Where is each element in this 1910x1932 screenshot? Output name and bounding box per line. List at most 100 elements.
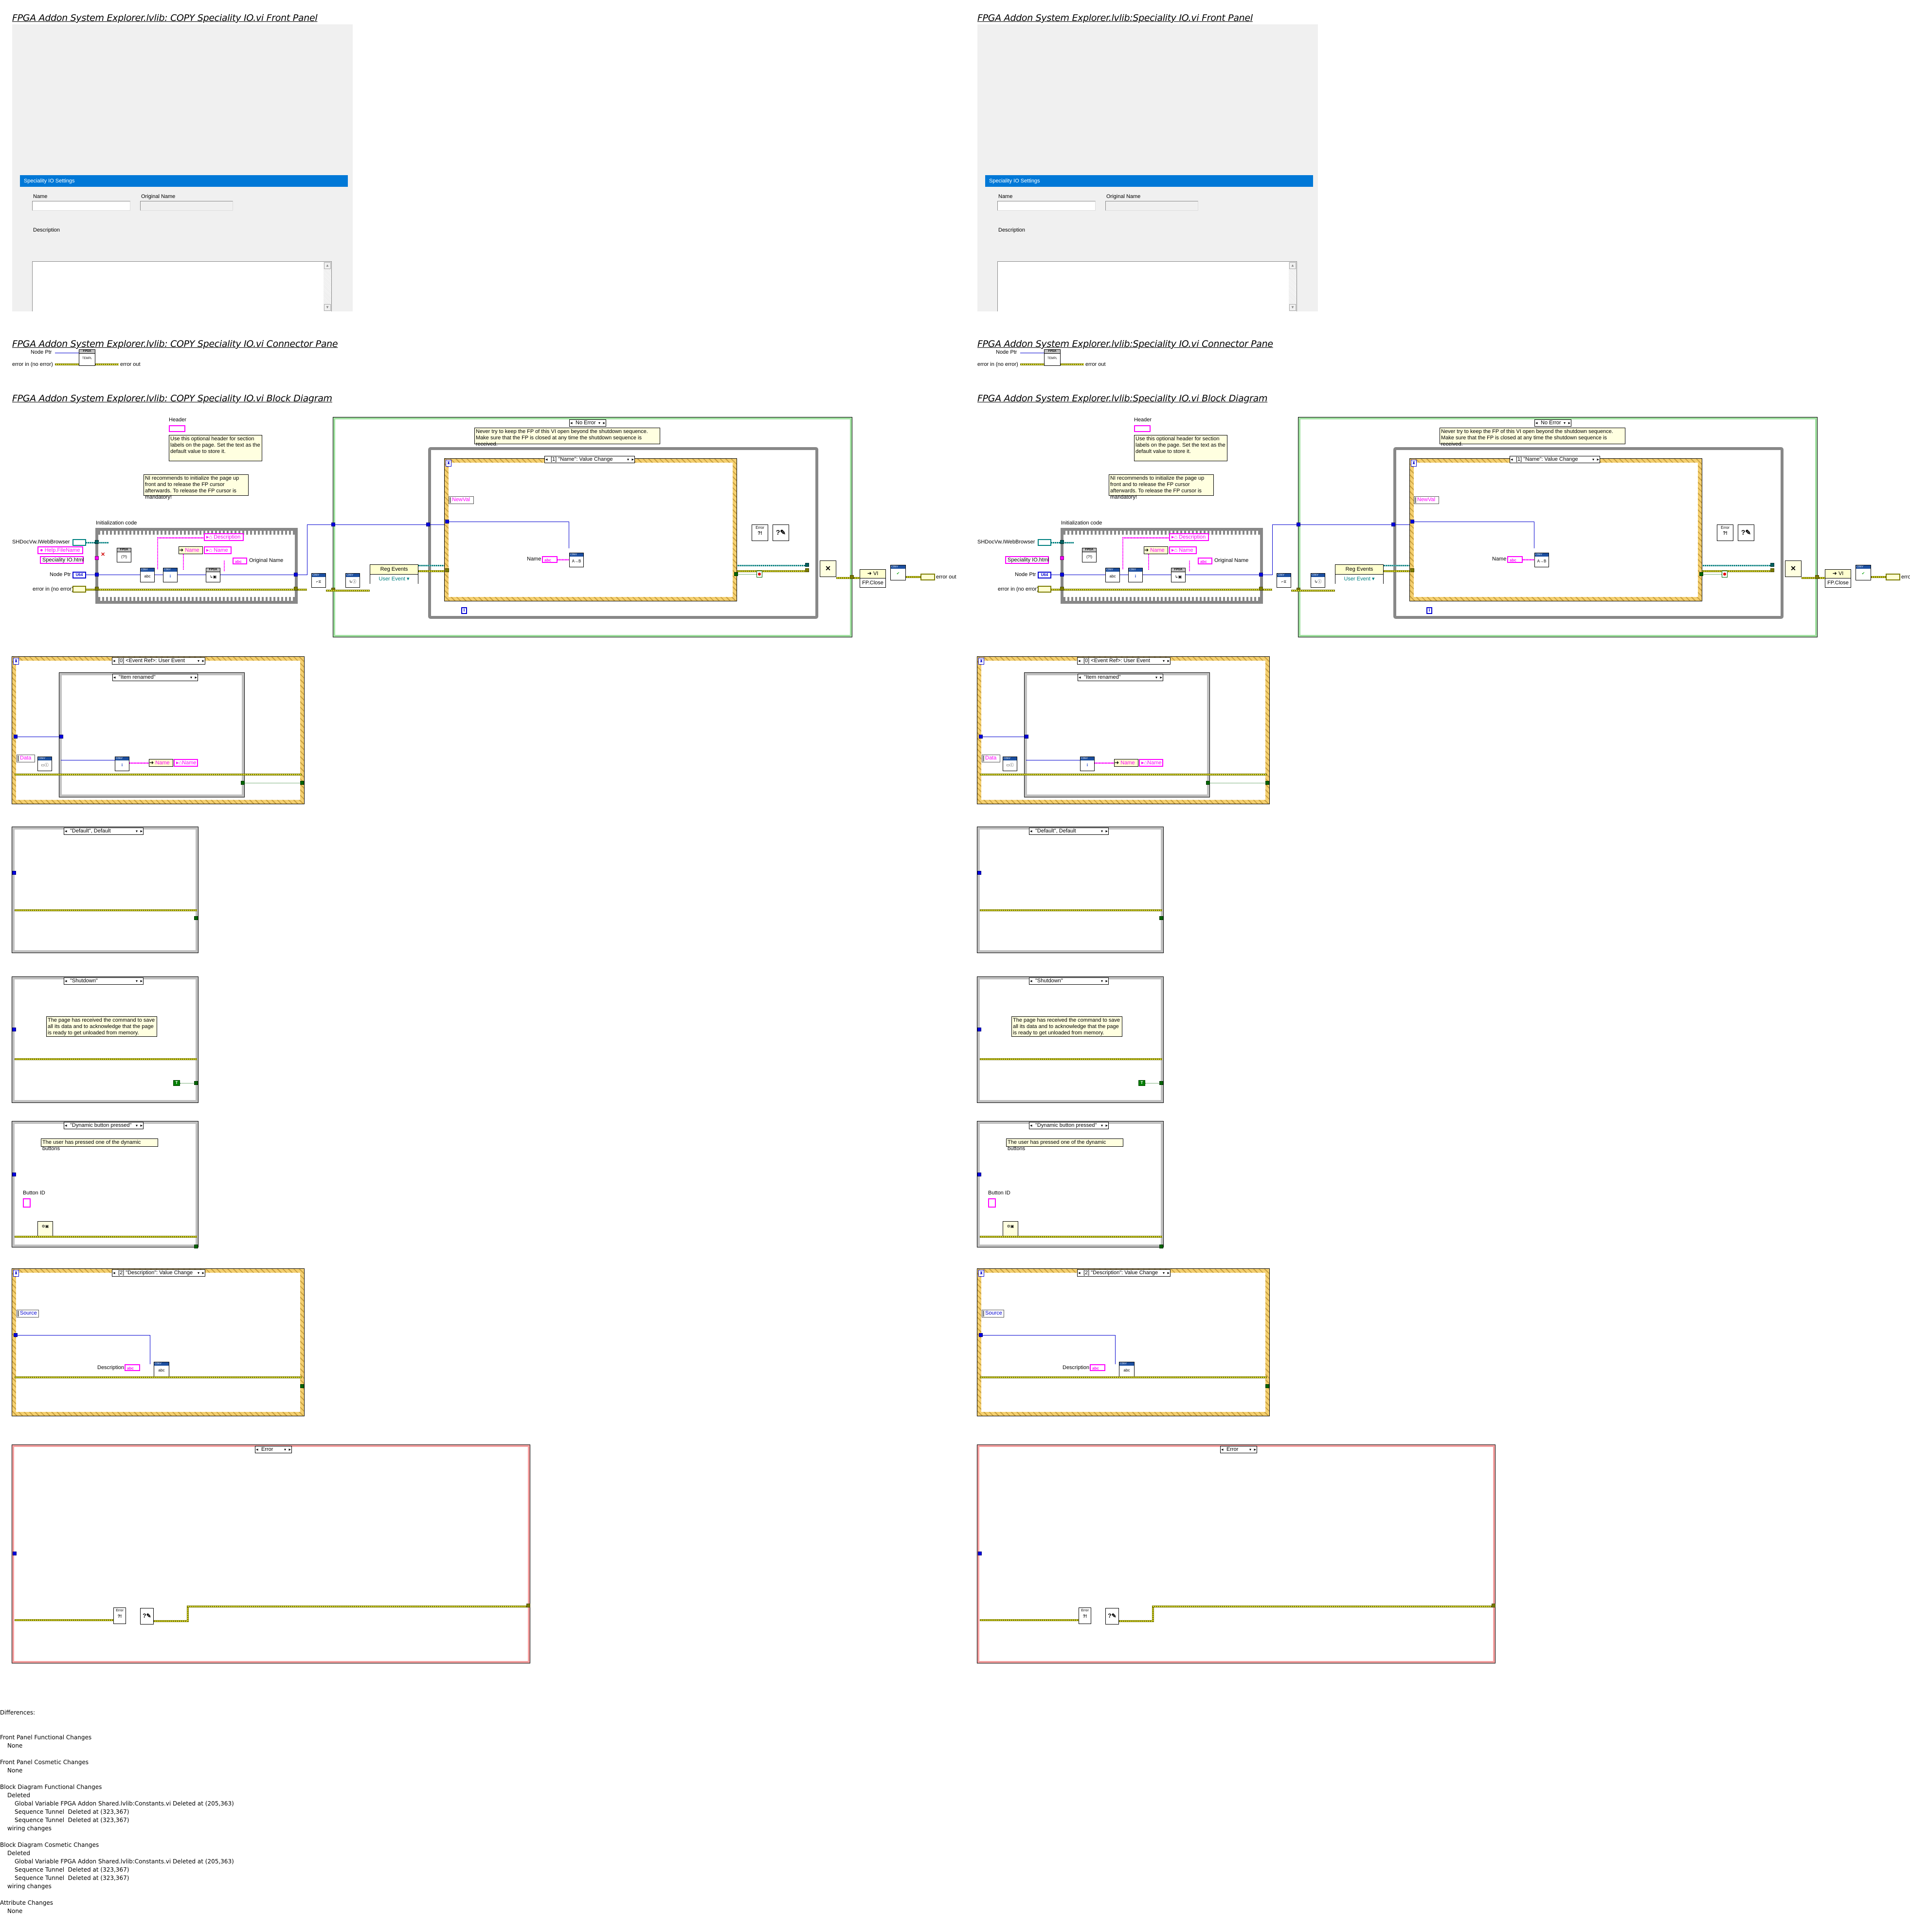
stop-button-icon[interactable] [1722,571,1728,578]
error-dialog-vi[interactable]: Error?! [1717,524,1733,541]
fp-close-invoke-node[interactable]: ➜ VI FP.Close [860,569,886,588]
user-event-case-selector[interactable]: ◂ [0] <Event Ref>: User Event ▾ ▸ [1077,657,1171,665]
true-constant[interactable]: T [173,1080,180,1086]
source-event-field[interactable]: Source [982,1310,1004,1318]
stop-button-icon[interactable] [757,571,762,578]
cdev-info-vi[interactable]: CDEV i [1128,568,1143,582]
cdev-get-data-vi[interactable]: CDEV ▭ⓘ [37,757,52,771]
cdev-shutdown-vi[interactable]: CDEV ✔ [1856,565,1871,580]
cdev-set-description-vi[interactable]: CDEV abc [154,1362,169,1377]
error-case-selector[interactable]: ◂ Error ▾ ▸ [1220,1446,1257,1453]
cdev-set-name-vi[interactable]: CDEV A→B [569,553,584,567]
name-property[interactable]: ▸⌂Name [174,759,198,767]
diagram-element: ◂ [570,420,573,425]
html-file-constant[interactable]: Speciality IO.html [40,556,84,564]
error-dialog-vi[interactable]: Error?! [1079,1607,1091,1624]
clear-errors-vi[interactable]: ?✎ [1738,524,1754,541]
default-case-selector[interactable]: ◂ "Default", Default ▾ ▸ [1029,828,1109,835]
description-event-case-selector[interactable]: ◂ [2] "Description": Value Change ▾ ▸ [112,1269,205,1277]
user-event-case-selector[interactable]: ◂ [0] <Event Ref>: User Event ▾ ▸ [112,657,205,665]
event-case-selector[interactable]: ◂ [1] "Name": Value Change ▾ ▸ [544,456,635,463]
unregister-events-vi[interactable]: ✕ [820,560,836,577]
description-property[interactable]: ▸⌂ Description [1169,533,1209,541]
shutdown-case-selector[interactable]: ◂ "Shutdown" ▾ ▸ [64,977,144,985]
item-renamed-selector[interactable]: ◂ "Item renamed" ▾ ▸ [112,674,198,681]
error-in-control[interactable] [1038,586,1051,593]
fpga-help-vi[interactable]: FPGA (?!) [117,548,131,562]
original-name-indicator[interactable]: abc [233,558,247,564]
cdev-register-vi[interactable]: CDEV ↳ⓘ [345,573,360,588]
default-case-selector[interactable]: ◂ "Default", Default ▾ ▸ [64,828,144,835]
name-property-node[interactable]: ➜ Name [179,546,203,554]
name-property-node[interactable]: ➜ Name [1114,759,1138,767]
fpga-help-vi[interactable]: FPGA (?!) [1082,548,1097,562]
error-dialog-vi[interactable]: Error?! [752,524,768,541]
diagram-element: CDEV [1081,757,1094,760]
cdev-register-vi[interactable]: CDEV ↳ⓘ [1311,573,1325,588]
source-event-field[interactable]: Source [17,1310,39,1318]
node-ptr-control[interactable]: U64 [1038,572,1051,578]
case-selector[interactable]: ◂ No Error ▾ ▸ [569,419,606,427]
dynamic-button-case-selector[interactable]: ◂ "Dynamic button pressed" ▾ ▸ [64,1122,144,1129]
reg-events-node[interactable]: Reg Events User Event ▾ [370,564,418,584]
event-case-selector[interactable]: ◂ [1] "Name": Value Change ▾ ▸ [1510,456,1600,463]
error-case-selector[interactable]: ◂ Error ▾ ▸ [255,1446,292,1453]
dynamic-button-case-selector[interactable]: ◂ "Dynamic button pressed" ▾ ▸ [1029,1122,1109,1129]
error-dialog-vi[interactable]: Error?! [113,1607,126,1624]
button-id-control[interactable] [988,1198,996,1208]
cdev-info-vi[interactable]: CDEV i [163,568,178,582]
cdev-release-cursor-vi[interactable]: CDEV ⌐⧖ [1277,573,1291,588]
cdev-info-vi[interactable]: CDEV i [115,757,129,771]
reg-events-node[interactable]: Reg Events User Event ▾ [1335,564,1384,584]
shutdown-case-selector[interactable]: ◂ "Shutdown" ▾ ▸ [1029,977,1109,985]
case-selector[interactable]: ◂ No Error ▾ ▸ [1534,419,1571,427]
name-string-control[interactable]: abc [542,556,558,563]
data-event-field[interactable]: Data [982,755,1000,762]
description-string-control[interactable]: abc [125,1364,140,1371]
header-cluster-control[interactable] [169,425,185,432]
true-constant[interactable]: T [1138,1080,1145,1086]
web-browser-refnum[interactable] [72,539,86,546]
error-in-control[interactable] [72,586,86,593]
unregister-events-vi[interactable]: ✕ [1785,560,1802,577]
cdev-release-cursor-vi[interactable]: CDEV ⌐⧖ [311,573,326,588]
cdev-info-vi[interactable]: CDEV i [1080,757,1095,771]
clear-errors-vi[interactable]: ?✎ [773,524,789,541]
cdev-shutdown-vi[interactable]: CDEV ✔ [890,565,906,580]
node-ptr-control[interactable]: U64 [72,572,86,578]
name-property[interactable]: ▸⌂ Name [1169,546,1197,554]
html-file-constant[interactable]: Speciality IO.html [1005,556,1049,564]
fpga-original-name-vi[interactable]: FPGA ↳▣ [1171,568,1186,582]
button-id-control[interactable] [23,1198,31,1208]
data-event-field[interactable]: Data [17,755,35,762]
description-property[interactable]: ▸⌂ Description [204,533,244,541]
fp-close-invoke-node[interactable]: ➜ VI FP.Close [1825,569,1851,588]
web-browser-refnum[interactable] [1038,539,1051,546]
original-name-indicator[interactable]: abc [1198,558,1212,564]
name-property-node[interactable]: ➜ Name [1144,546,1168,554]
newval-event-data[interactable]: NewVal [1414,496,1439,504]
diagram-element: ◂ [1030,829,1032,833]
cdev-set-name-vi[interactable]: CDEV A→B [1534,553,1549,567]
help-filename-global[interactable]: ● Help.FileName [37,546,83,554]
description-string-control[interactable]: abc [1090,1364,1105,1371]
name-string-control[interactable]: abc [1507,556,1523,563]
dynamic-button-vi[interactable]: ⚙▣ [1003,1221,1018,1237]
diagram-element: CDEV [346,574,360,577]
clear-errors-vi[interactable]: ?✎ [1105,1608,1119,1625]
name-property[interactable]: ▸⌂ Name [204,546,232,554]
name-property-node[interactable]: ➜ Name [149,759,173,767]
description-event-case-selector[interactable]: ◂ [2] "Description": Value Change ▾ ▸ [1077,1269,1171,1277]
clear-errors-vi[interactable]: ?✎ [140,1608,154,1625]
name-property[interactable]: ▸⌂Name [1139,759,1163,767]
fpga-original-name-vi[interactable]: FPGA ↳▣ [206,568,220,582]
dynamic-button-vi[interactable]: ⚙▣ [37,1221,53,1237]
item-renamed-selector[interactable]: ◂ "Item renamed" ▾ ▸ [1078,674,1163,681]
header-cluster-control[interactable] [1134,425,1151,432]
cdev-get-data-vi[interactable]: CDEV ▭ⓘ [1003,757,1017,771]
newval-event-data[interactable]: NewVal [449,496,474,504]
cdev-set-description-vi[interactable]: CDEV abc [1119,1362,1135,1377]
cdev-to-string-vi[interactable]: CDEV abc [1105,568,1120,582]
cdev-to-string-vi[interactable]: CDEV abc [140,568,155,582]
diagram-element: ◂ [113,1270,115,1275]
